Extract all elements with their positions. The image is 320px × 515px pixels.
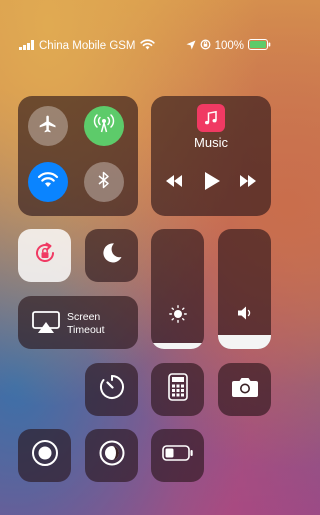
speaker-icon bbox=[218, 305, 271, 321]
play-icon bbox=[205, 172, 220, 190]
airplane-icon bbox=[38, 114, 58, 139]
next-icon bbox=[240, 175, 256, 187]
timer-button[interactable] bbox=[85, 363, 138, 416]
brightness-slider[interactable] bbox=[151, 229, 204, 349]
moon-icon bbox=[100, 241, 124, 270]
rotation-lock-status-icon bbox=[200, 39, 211, 53]
previous-icon bbox=[166, 175, 182, 187]
cellular-signal-icon bbox=[19, 39, 35, 53]
do-not-disturb-toggle[interactable] bbox=[85, 229, 138, 282]
wifi-icon bbox=[37, 171, 59, 193]
screen-mirroring-label-line1: Screen bbox=[67, 311, 101, 323]
previous-button[interactable] bbox=[164, 174, 184, 188]
camera-icon bbox=[231, 376, 259, 403]
next-button[interactable] bbox=[238, 174, 258, 188]
battery-percent: 100% bbox=[214, 40, 244, 52]
calculator-button[interactable] bbox=[151, 363, 204, 416]
brightness-level bbox=[151, 343, 204, 349]
music-app-icon[interactable] bbox=[197, 104, 225, 132]
wifi-status-icon bbox=[139, 39, 155, 53]
wifi-toggle[interactable] bbox=[28, 162, 68, 202]
timer-icon bbox=[98, 373, 126, 406]
screen-record-icon bbox=[31, 439, 59, 472]
camera-button[interactable] bbox=[218, 363, 271, 416]
location-icon bbox=[186, 40, 196, 53]
music-panel: Music bbox=[151, 96, 271, 216]
cellular-data-toggle[interactable] bbox=[84, 106, 124, 146]
cellular-antenna-icon bbox=[93, 113, 115, 139]
low-power-mode-button[interactable] bbox=[151, 429, 204, 482]
screen-mirroring-label-line2: Timeout bbox=[67, 324, 105, 336]
connectivity-panel bbox=[18, 96, 138, 216]
status-bar: China Mobile GSM 100% bbox=[0, 38, 289, 54]
screen-record-button[interactable] bbox=[18, 429, 71, 482]
rotation-lock-icon bbox=[32, 240, 58, 271]
sun-icon bbox=[151, 305, 204, 323]
bluetooth-toggle[interactable] bbox=[84, 162, 124, 202]
dark-mode-icon bbox=[98, 439, 126, 472]
screen-mirroring-button[interactable]: Screen Timeout bbox=[18, 296, 138, 349]
carrier-name: China Mobile GSM bbox=[39, 40, 136, 52]
volume-slider[interactable] bbox=[218, 229, 271, 349]
calculator-icon bbox=[167, 373, 188, 406]
dark-mode-button[interactable] bbox=[85, 429, 138, 482]
low-power-icon bbox=[161, 445, 194, 466]
rotation-lock-toggle[interactable] bbox=[18, 229, 71, 282]
screen-mirroring-icon bbox=[32, 311, 60, 340]
bluetooth-icon bbox=[98, 171, 110, 194]
play-button[interactable] bbox=[203, 171, 221, 191]
battery-icon bbox=[248, 39, 271, 53]
music-title: Music bbox=[194, 135, 228, 150]
airplane-mode-toggle[interactable] bbox=[28, 106, 68, 146]
volume-level bbox=[218, 334, 271, 349]
screen-mirroring-label: Screen Timeout bbox=[67, 311, 105, 337]
